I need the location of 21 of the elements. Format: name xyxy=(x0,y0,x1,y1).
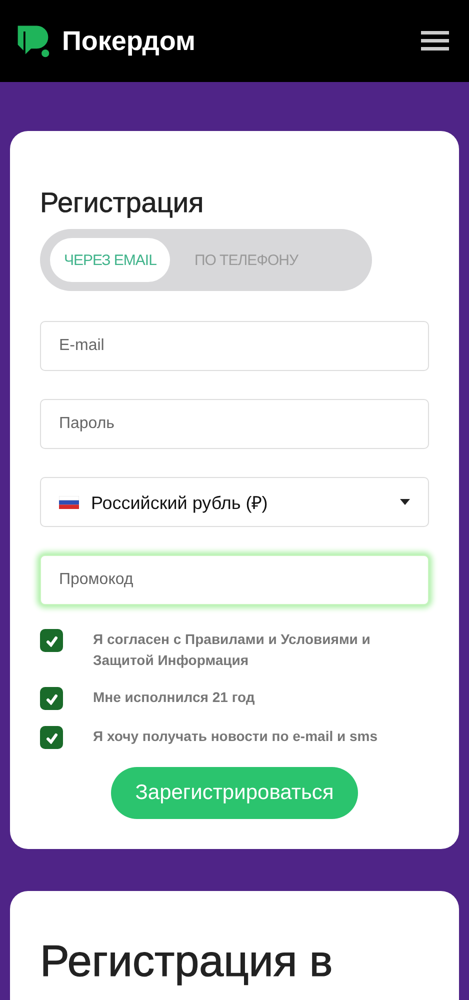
checkbox-label: Я хочу получать новости по e-mail и sms xyxy=(93,727,378,746)
check-icon xyxy=(46,634,58,646)
checkbox-label: Мне исполнился 21 год xyxy=(93,688,255,707)
flag-icon xyxy=(59,496,79,508)
check-icon xyxy=(46,692,58,704)
register-button[interactable]: Зарегистрироваться xyxy=(111,767,358,819)
input-field[interactable]: Промокод xyxy=(40,555,429,605)
caret-icon xyxy=(400,499,410,505)
checkbox[interactable] xyxy=(40,687,63,710)
input-field[interactable]: Пароль xyxy=(40,399,429,449)
check-icon xyxy=(46,732,58,744)
input-field[interactable]: E-mail xyxy=(40,321,429,371)
checkbox[interactable] xyxy=(40,629,63,652)
tab[interactable]: ЧЕРЕЗ EMAIL xyxy=(50,238,170,282)
menu-icon[interactable] xyxy=(421,31,449,51)
checkbox[interactable] xyxy=(40,726,63,749)
tab[interactable]: ПО ТЕЛЕФОНУ xyxy=(180,238,312,282)
checkbox-label: Я согласен с Правилами и Условиями и Защитой Информация xyxy=(93,630,372,670)
section-title: Регистрация в xyxy=(40,937,334,987)
form-title: Регистрация xyxy=(40,187,205,219)
currency-select[interactable]: Российский рубль (₽) xyxy=(40,477,429,527)
